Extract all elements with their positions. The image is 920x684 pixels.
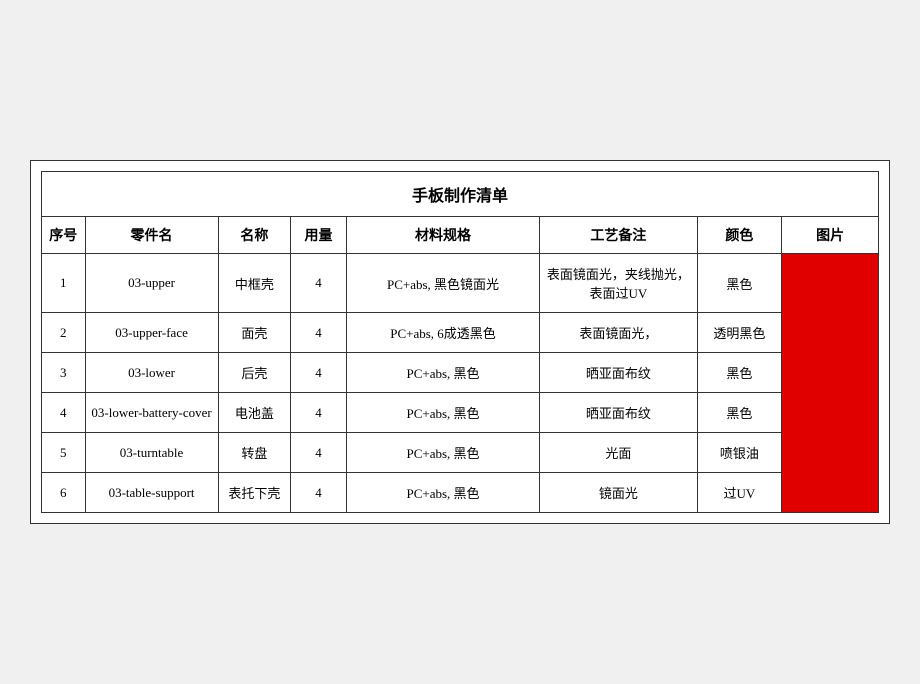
cell-color: 黑色 [697,393,782,433]
cell-name: 电池盖 [218,393,291,433]
cell-spec: PC+abs, 黑色 [346,393,540,433]
cell-name: 表托下壳 [218,473,291,513]
cell-part-code: 03-upper-face [85,313,218,353]
table-row: 3 03-lower 后壳 4 PC+abs, 黑色 晒亚面布纹 黑色 [42,353,879,393]
cell-process: 晒亚面布纹 [540,353,697,393]
cell-color: 喷银油 [697,433,782,473]
cell-qty: 4 [291,473,347,513]
table-title: 手板制作清单 [42,172,879,217]
header-name: 名称 [218,217,291,254]
main-container: 手板制作清单 序号 零件名 名称 用量 材料规格 工艺备注 颜色 图片 1 03… [30,160,890,524]
cell-name: 转盘 [218,433,291,473]
cell-color: 过UV [697,473,782,513]
cell-qty: 4 [291,353,347,393]
cell-seq: 3 [42,353,86,393]
table-row: 1 03-upper 中框壳 4 PC+abs, 黑色镜面光 表面镜面光，夹线抛… [42,254,879,313]
cell-part-code: 03-turntable [85,433,218,473]
cell-seq: 6 [42,473,86,513]
cell-spec: PC+abs, 黑色 [346,433,540,473]
cell-name: 中框壳 [218,254,291,313]
cell-seq: 5 [42,433,86,473]
cell-spec: PC+abs, 黑色 [346,473,540,513]
cell-seq: 4 [42,393,86,433]
header-qty: 用量 [291,217,347,254]
cell-part-code: 03-upper [85,254,218,313]
cell-name: 后壳 [218,353,291,393]
table-row: 2 03-upper-face 面壳 4 PC+abs, 6成透黑色 表面镜面光… [42,313,879,353]
cell-qty: 4 [291,393,347,433]
header-process: 工艺备注 [540,217,697,254]
cell-process: 镜面光 [540,473,697,513]
cell-spec: PC+abs, 黑色镜面光 [346,254,540,313]
table-row: 4 03-lower-battery-cover 电池盖 4 PC+abs, 黑… [42,393,879,433]
cell-color: 黑色 [697,353,782,393]
header-image: 图片 [782,217,879,254]
cell-part-code: 03-table-support [85,473,218,513]
cell-qty: 4 [291,254,347,313]
header-row: 序号 零件名 名称 用量 材料规格 工艺备注 颜色 图片 [42,217,879,254]
header-color: 颜色 [697,217,782,254]
cell-part-code: 03-lower-battery-cover [85,393,218,433]
parts-table: 手板制作清单 序号 零件名 名称 用量 材料规格 工艺备注 颜色 图片 1 03… [41,171,879,513]
cell-seq: 1 [42,254,86,313]
cell-image [782,254,879,513]
cell-process: 表面镜面光， [540,313,697,353]
header-part-code: 零件名 [85,217,218,254]
table-row: 6 03-table-support 表托下壳 4 PC+abs, 黑色 镜面光… [42,473,879,513]
cell-part-code: 03-lower [85,353,218,393]
cell-spec: PC+abs, 黑色 [346,353,540,393]
header-seq: 序号 [42,217,86,254]
cell-process: 光面 [540,433,697,473]
cell-qty: 4 [291,433,347,473]
cell-process: 晒亚面布纹 [540,393,697,433]
cell-spec: PC+abs, 6成透黑色 [346,313,540,353]
title-row: 手板制作清单 [42,172,879,217]
cell-seq: 2 [42,313,86,353]
header-spec: 材料规格 [346,217,540,254]
cell-color: 黑色 [697,254,782,313]
cell-qty: 4 [291,313,347,353]
cell-color: 透明黑色 [697,313,782,353]
cell-process: 表面镜面光，夹线抛光，表面过UV [540,254,697,313]
table-row: 5 03-turntable 转盘 4 PC+abs, 黑色 光面 喷银油 [42,433,879,473]
cell-name: 面壳 [218,313,291,353]
